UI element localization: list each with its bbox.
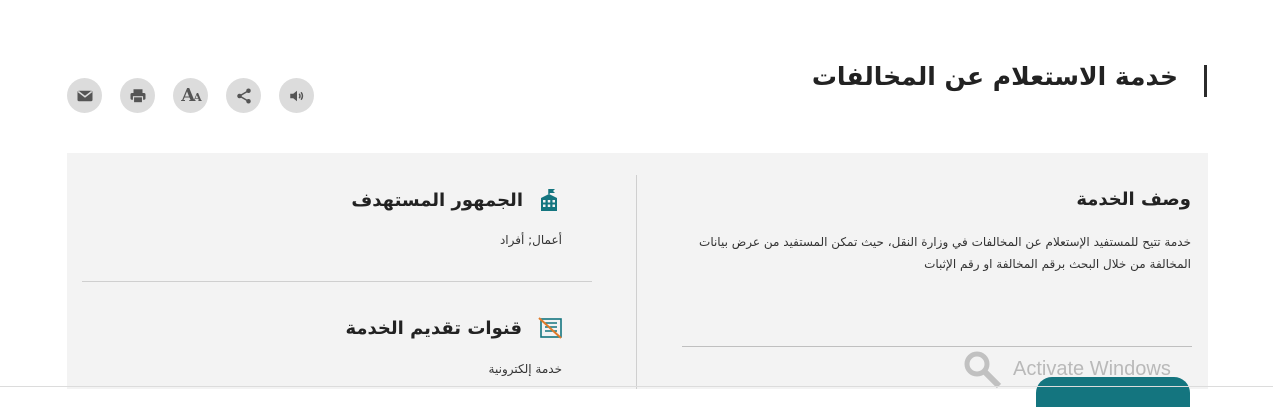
- audience-divider: [82, 281, 592, 282]
- channels-value: خدمة إلكترونية: [488, 362, 562, 376]
- description-divider: [682, 346, 1192, 347]
- page-title: خدمة الاستعلام عن المخالفات: [811, 62, 1178, 91]
- start-service-button[interactable]: [1036, 377, 1190, 407]
- envelope-icon: [77, 90, 92, 101]
- listen-button[interactable]: [279, 78, 314, 113]
- channels-title: قنوات تقديم الخدمة: [345, 318, 522, 339]
- description-title: وصف الخدمة: [1076, 189, 1191, 210]
- print-button[interactable]: [120, 78, 155, 113]
- building-icon: [541, 189, 557, 211]
- page-bottom-line: [0, 386, 1273, 387]
- font-size-button[interactable]: AA: [173, 78, 208, 113]
- audience-title: الجمهور المستهدف: [351, 190, 523, 211]
- description-text: خدمة تتيح للمستفيد الإستعلام عن المخالفا…: [699, 235, 1191, 271]
- key-icon: [964, 351, 1002, 389]
- title-accent-bar: [1204, 65, 1207, 97]
- share-button[interactable]: [226, 78, 261, 113]
- font-size-icon: AA: [181, 85, 201, 106]
- audience-value: أعمال; أفراد: [499, 233, 562, 247]
- page-tools: AA: [67, 78, 314, 113]
- printer-icon: [130, 88, 145, 103]
- speaker-icon: [289, 90, 303, 101]
- share-icon: [236, 88, 251, 103]
- channels-icon: [538, 317, 562, 339]
- email-button[interactable]: [67, 78, 102, 113]
- column-divider: [636, 175, 637, 389]
